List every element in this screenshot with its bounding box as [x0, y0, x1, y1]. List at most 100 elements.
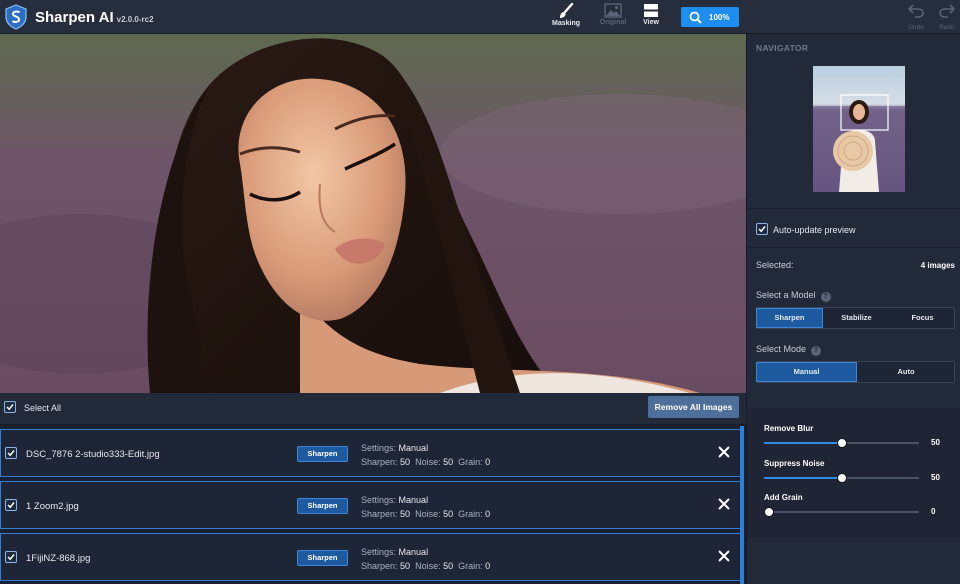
top-bar: Sharpen AI v2.0.0-rc2 Masking Original Vi…	[0, 0, 960, 34]
help-icon[interactable]: ?	[811, 346, 822, 356]
brush-icon	[560, 3, 574, 18]
suppress-noise-label: Suppress Noise	[764, 459, 825, 468]
undo-icon	[907, 4, 924, 18]
navigator-thumbnail[interactable]	[813, 66, 905, 192]
image-model-button[interactable]: Sharpen	[297, 498, 348, 514]
navigator-title: NAVIGATOR	[756, 43, 809, 53]
noise-value: 50	[443, 457, 454, 467]
image-preview[interactable]	[0, 34, 746, 393]
model-option-sharpen[interactable]: Sharpen	[756, 308, 823, 328]
noise-label: Noise:	[415, 509, 441, 519]
image-filename: 1FijiNZ-868.jpg	[26, 553, 91, 564]
image-row[interactable]: DSC_7876 2-studio333-Edit.jpg Sharpen Se…	[0, 429, 741, 477]
sharpen-value: 50	[400, 509, 411, 519]
original-label: Original	[599, 19, 627, 26]
app-name: Sharpen AI	[35, 9, 114, 26]
checkmark-icon	[7, 450, 15, 457]
navigator-photo	[813, 66, 905, 192]
sharpen-value: 50	[400, 561, 411, 571]
suppress-noise-value: 50	[931, 473, 940, 482]
app-title: Sharpen AI v2.0.0-rc2	[35, 9, 154, 26]
remove-blur-slider[interactable]	[764, 438, 919, 448]
close-icon[interactable]	[717, 549, 731, 563]
grain-value: 0	[485, 509, 491, 519]
checkmark-icon	[758, 226, 766, 233]
mode-option-auto[interactable]: Auto	[857, 362, 955, 382]
selection-bar: Select All	[0, 393, 746, 425]
zoom-level: 100%	[709, 13, 730, 22]
masking-label: Masking	[551, 20, 580, 27]
masking-button[interactable]: Masking	[546, 3, 586, 31]
slider-fill	[764, 477, 842, 479]
image-row-checkbox[interactable]	[5, 551, 17, 563]
add-grain-slider[interactable]	[763, 507, 919, 517]
image-row-checkbox[interactable]	[5, 447, 17, 459]
portrait-photo	[0, 34, 746, 393]
auto-update-checkbox[interactable]	[756, 223, 768, 235]
remove-blur-label: Remove Blur	[764, 424, 814, 433]
model-option-stabilize[interactable]: Stabilize	[823, 308, 890, 328]
image-icon	[604, 3, 622, 18]
select-all-checkbox[interactable]	[4, 401, 16, 413]
image-settings: Settings: Manual Sharpen: 50 Noise: 50 G…	[361, 493, 490, 521]
settings-value: Manual	[398, 495, 429, 505]
slider-fill	[764, 442, 842, 444]
view-button[interactable]: View	[631, 3, 671, 31]
image-row[interactable]: 1 Zoom2.jpg Sharpen Settings: Manual Sha…	[0, 481, 741, 529]
image-settings: Settings: Manual Sharpen: 50 Noise: 50 G…	[361, 441, 490, 469]
grain-label: Grain:	[458, 509, 483, 519]
model-label: Select a Model	[756, 290, 816, 300]
slider-handle[interactable]	[836, 473, 847, 483]
model-selector: Sharpen Stabilize Focus	[756, 307, 955, 329]
suppress-noise-slider[interactable]	[764, 473, 919, 483]
checkmark-icon	[7, 502, 15, 509]
grain-label: Grain:	[458, 457, 483, 467]
add-grain-value: 0	[931, 507, 936, 516]
noise-value: 50	[443, 509, 454, 519]
checkmark-icon	[6, 404, 14, 411]
magnifier-icon	[689, 11, 702, 24]
mode-option-manual[interactable]: Manual	[756, 362, 857, 382]
adjustment-sliders: Remove Blur 50 Suppress Noise 50 Add Gra…	[747, 408, 960, 538]
close-icon[interactable]	[717, 445, 731, 459]
image-model-button[interactable]: Sharpen	[297, 446, 348, 462]
image-list: DSC_7876 2-studio333-Edit.jpg Sharpen Se…	[0, 426, 746, 584]
list-scrollbar[interactable]	[740, 426, 744, 584]
image-row-checkbox[interactable]	[5, 499, 17, 511]
image-filename: 1 Zoom2.jpg	[26, 501, 79, 512]
close-icon[interactable]	[717, 497, 731, 511]
sharpen-label: Sharpen:	[361, 509, 398, 519]
image-filename: DSC_7876 2-studio333-Edit.jpg	[26, 449, 160, 460]
zoom-button[interactable]: 100%	[681, 7, 739, 27]
original-button[interactable]: Original	[593, 3, 633, 31]
noise-label: Noise:	[415, 561, 441, 571]
settings-value: Manual	[398, 547, 429, 557]
panel-divider	[747, 247, 960, 248]
model-option-focus[interactable]: Focus	[890, 308, 955, 328]
settings-label: Settings:	[361, 495, 397, 505]
undo-button[interactable]: Undo	[904, 3, 928, 31]
slider-handle[interactable]	[763, 507, 774, 517]
redo-button[interactable]: Redo	[935, 3, 959, 31]
panel-divider	[747, 208, 960, 209]
redo-icon	[939, 4, 956, 18]
mode-label: Select Mode	[756, 344, 807, 354]
noise-value: 50	[443, 561, 454, 571]
remove-blur-value: 50	[931, 438, 940, 447]
grain-value: 0	[485, 561, 491, 571]
help-icon[interactable]: ?	[820, 292, 831, 302]
settings-label: Settings:	[361, 547, 397, 557]
checkmark-icon	[7, 554, 15, 561]
sharpen-label: Sharpen:	[361, 561, 398, 571]
noise-label: Noise:	[415, 457, 441, 467]
view-label: View	[643, 19, 659, 26]
image-row[interactable]: 1FijiNZ-868.jpg Sharpen Settings: Manual…	[0, 533, 741, 581]
add-grain-label: Add Grain	[764, 493, 803, 502]
redo-label: Redo	[939, 24, 955, 31]
sharpen-ai-logo-icon	[5, 4, 27, 30]
sharpen-label: Sharpen:	[361, 457, 398, 467]
remove-all-images-button[interactable]: Remove All Images	[648, 396, 739, 418]
slider-handle[interactable]	[836, 438, 847, 448]
image-model-button[interactable]: Sharpen	[297, 550, 348, 566]
selected-label: Selected:	[756, 260, 794, 270]
